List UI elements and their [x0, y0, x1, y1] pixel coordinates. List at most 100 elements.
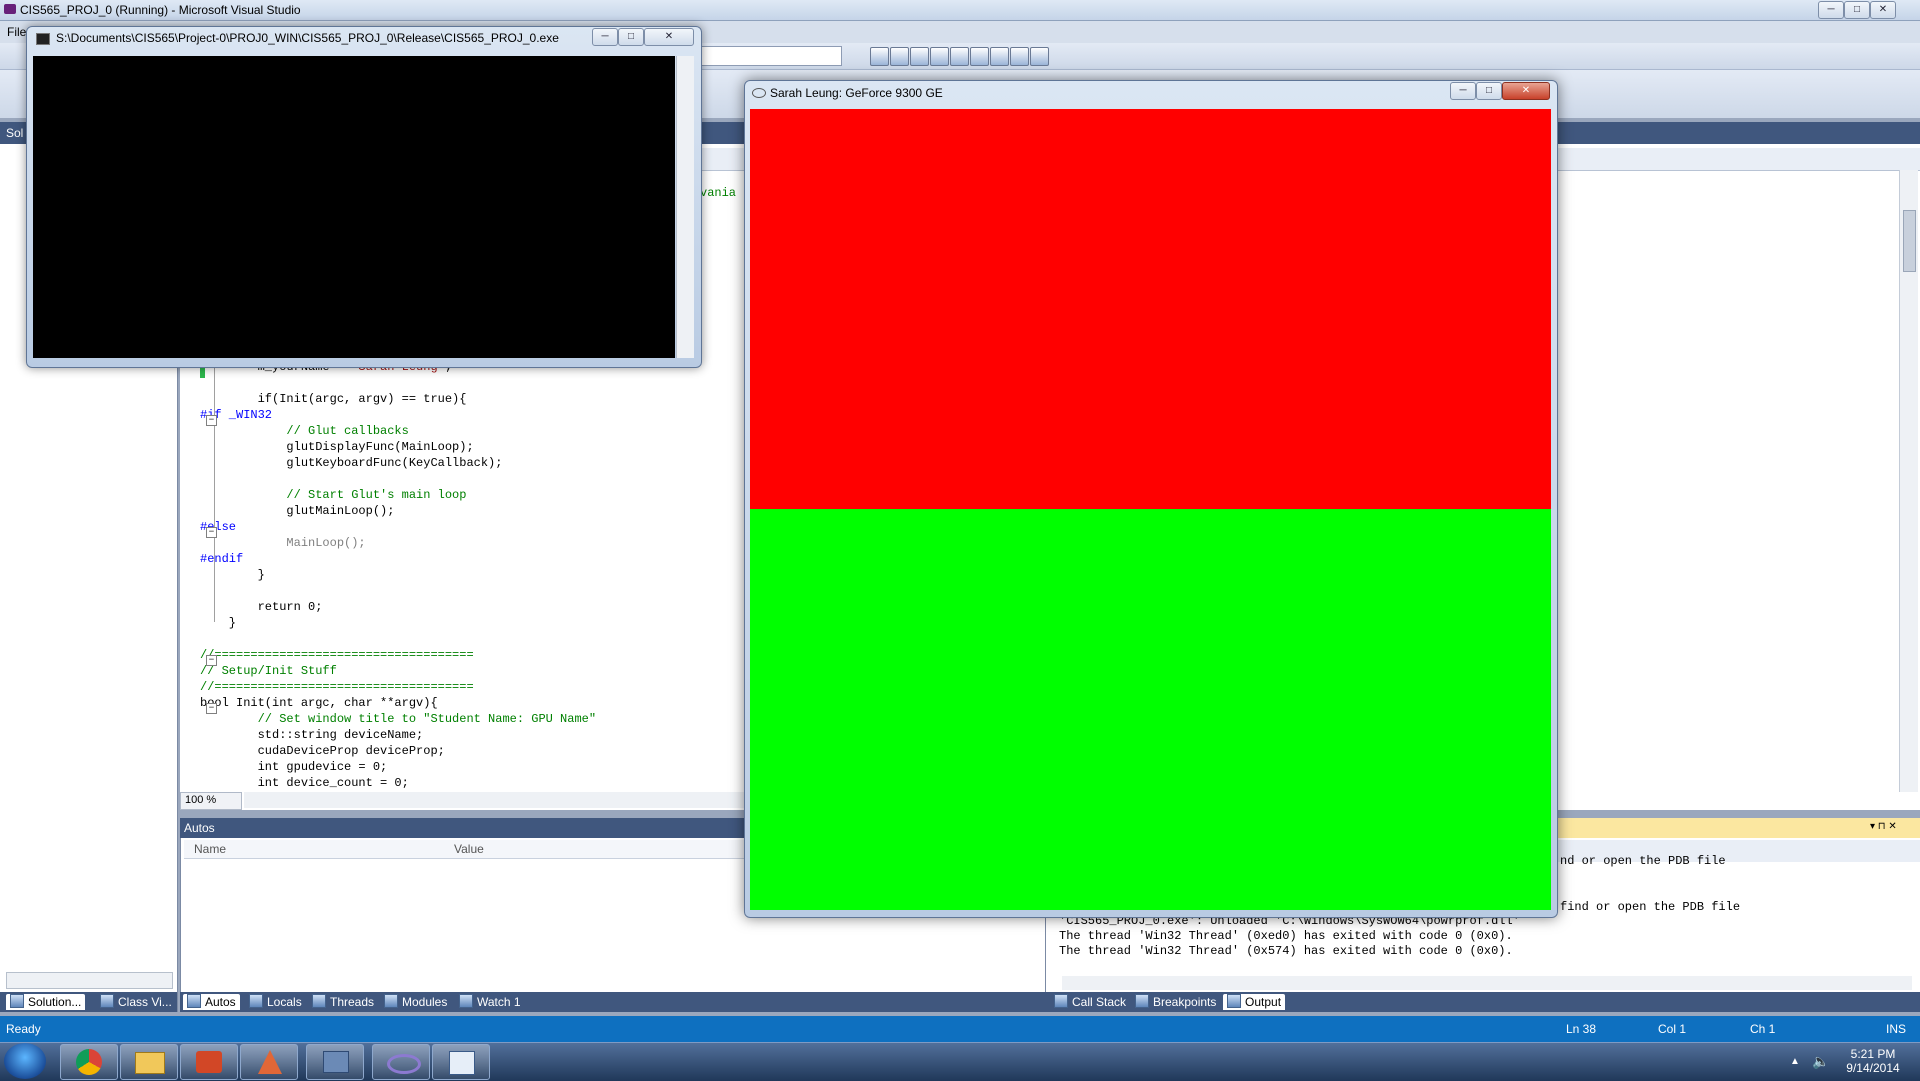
vs-window-title: CIS565_PROJ_0 (Running) - Microsoft Visu…: [20, 3, 301, 17]
solution-explorer-title: Sol: [6, 126, 24, 140]
vs-title-bar: CIS565_PROJ_0 (Running) - Microsoft Visu…: [0, 0, 1920, 21]
output-icon: [1227, 994, 1241, 1008]
solution-icon: [10, 994, 24, 1008]
toolbar-icon[interactable]: [930, 47, 949, 66]
locals-icon: [249, 994, 263, 1008]
console-close-button[interactable]: ✕: [644, 28, 694, 46]
tab-output[interactable]: Output: [1223, 994, 1286, 1010]
gl-minimize-button[interactable]: ─: [1450, 82, 1476, 100]
toolbar-icon[interactable]: [990, 47, 1009, 66]
menu-file[interactable]: File: [7, 25, 26, 39]
tab-solution-explorer[interactable]: Solution...: [6, 994, 86, 1010]
code-line: glutKeyboardFunc(KeyCallback);: [200, 456, 503, 470]
status-column: Col 1: [1658, 1022, 1687, 1036]
call-stack-icon: [1054, 994, 1068, 1008]
matlab-icon: [258, 1050, 282, 1074]
toolbar-icon[interactable]: [890, 47, 909, 66]
zoom-dropdown[interactable]: 100 %: [180, 792, 242, 810]
output-line: nd or open the PDB file: [1560, 854, 1726, 868]
volume-icon[interactable]: 🔈: [1812, 1053, 1829, 1070]
solution-hscrollbar[interactable]: [6, 972, 173, 989]
code-line: glutMainLoop();: [200, 504, 395, 518]
toolbar-icon[interactable]: [970, 47, 989, 66]
autos-icon: [187, 994, 201, 1008]
watch-icon: [459, 994, 473, 1008]
console-title: S:\Documents\CIS565\Project-0\PROJ0_WIN\…: [56, 31, 559, 45]
console-icon: [36, 33, 50, 45]
gl-close-button[interactable]: ✕: [1502, 82, 1550, 100]
toolbar-icon[interactable]: [910, 47, 929, 66]
threads-icon: [312, 994, 326, 1008]
left-tab-strip: Solution... Class Vi...: [0, 992, 177, 1012]
autos-title: Autos: [184, 821, 215, 835]
fold-toggle[interactable]: −: [206, 527, 217, 538]
code-line: glutDisplayFunc(MainLoop);: [200, 440, 474, 454]
gl-green-region: [750, 509, 1551, 910]
tab-watch-1[interactable]: Watch 1: [455, 994, 525, 1010]
output-line: find or open the PDB file: [1560, 900, 1741, 914]
maximize-button[interactable]: □: [1844, 1, 1870, 19]
clock-date: 9/14/2014: [1846, 1061, 1900, 1075]
taskbar-explorer-button[interactable]: [120, 1044, 178, 1080]
taskbar-matlab-button[interactable]: [240, 1044, 298, 1080]
status-line: Ln 38: [1566, 1022, 1597, 1036]
taskbar-app-button[interactable]: [432, 1044, 490, 1080]
tab-breakpoints[interactable]: Breakpoints: [1131, 994, 1220, 1010]
minimize-button[interactable]: ─: [1818, 1, 1844, 19]
vs-logo-icon: [4, 4, 16, 14]
console-output-area[interactable]: [33, 56, 675, 358]
output-line: The thread 'Win32 Thread' (0x574) has ex…: [1059, 944, 1513, 958]
column-value[interactable]: Value: [454, 842, 484, 856]
solution-config-dropdown[interactable]: [700, 46, 842, 66]
tray-expand-icon[interactable]: ▲: [1790, 1056, 1800, 1067]
toolbar-icon[interactable]: [870, 47, 889, 66]
code-line: std::string deviceName;: [200, 728, 424, 742]
chrome-icon: [76, 1049, 102, 1075]
output-hscrollbar[interactable]: [1062, 976, 1912, 990]
taskbar-network-button[interactable]: [306, 1044, 364, 1080]
taskbar-visual-studio-button[interactable]: [372, 1044, 430, 1080]
console-minimize-button[interactable]: ─: [592, 28, 618, 46]
close-button[interactable]: ✕: [1870, 1, 1896, 19]
toolbar-icon[interactable]: [1010, 47, 1029, 66]
status-ready: Ready: [6, 1022, 41, 1036]
code-line: }: [200, 568, 265, 582]
fold-toggle[interactable]: −: [206, 703, 217, 714]
gl-window-title: Sarah Leung: GeForce 9300 GE: [770, 86, 943, 100]
gl-maximize-button[interactable]: □: [1476, 82, 1502, 100]
debug-tab-strip: Autos Locals Threads Modules Watch 1: [180, 992, 1045, 1012]
zoom-value: 100 %: [185, 794, 217, 806]
console-maximize-button[interactable]: □: [618, 28, 644, 46]
fold-toggle[interactable]: −: [206, 415, 217, 426]
tab-locals[interactable]: Locals: [245, 994, 306, 1010]
tab-threads[interactable]: Threads: [308, 994, 378, 1010]
tab-autos[interactable]: Autos: [183, 994, 240, 1010]
tab-class-view[interactable]: Class Vi...: [96, 994, 176, 1010]
gl-red-region: [750, 109, 1551, 509]
code-line: // Setup/Init Stuff: [200, 664, 337, 678]
pin-icon[interactable]: ▾ ⊓ ✕: [1870, 821, 1897, 832]
fold-toggle[interactable]: −: [206, 655, 217, 666]
column-name[interactable]: Name: [194, 842, 226, 856]
visual-studio-icon: [387, 1054, 421, 1074]
code-line: //====================================: [200, 648, 474, 662]
output-line: The thread 'Win32 Thread' (0xed0) has ex…: [1059, 929, 1513, 943]
code-line: MainLoop();: [200, 536, 366, 550]
taskbar-powerpoint-button[interactable]: [180, 1044, 238, 1080]
taskbar-chrome-button[interactable]: [60, 1044, 118, 1080]
console-vscrollbar[interactable]: [676, 56, 694, 358]
tab-modules[interactable]: Modules: [380, 994, 451, 1010]
code-line: bool Init(int argc, char **argv){: [200, 696, 438, 710]
start-button[interactable]: [4, 1043, 46, 1079]
editor-vscrollbar[interactable]: [1899, 170, 1918, 792]
toolbar-icon[interactable]: [1030, 47, 1049, 66]
code-line: // Glut callbacks: [200, 424, 409, 438]
toolbar-icon[interactable]: [950, 47, 969, 66]
clock-time: 5:21 PM: [1850, 1047, 1896, 1061]
tab-call-stack[interactable]: Call Stack: [1050, 994, 1130, 1010]
taskbar-clock[interactable]: 5:21 PM 9/14/2014: [1830, 1047, 1916, 1075]
output-tab-strip: Call Stack Breakpoints Output: [1045, 992, 1920, 1012]
powerpoint-icon: [196, 1051, 222, 1073]
code-line: // Set window title to "Student Name: GP…: [200, 712, 597, 726]
status-insert-mode: INS: [1886, 1022, 1907, 1036]
